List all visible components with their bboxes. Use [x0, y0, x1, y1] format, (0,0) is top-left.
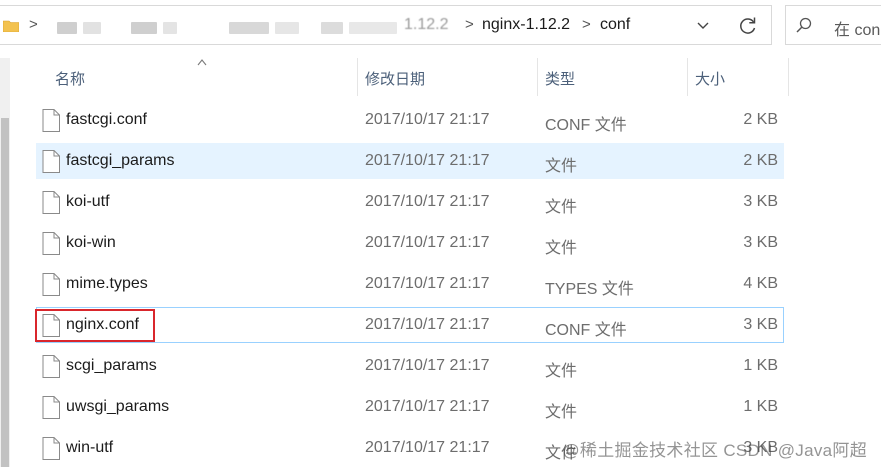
file-type: CONF 文件	[545, 117, 627, 134]
file-icon	[42, 109, 60, 132]
scrollbar[interactable]	[0, 58, 10, 467]
file-icon	[42, 396, 60, 419]
file-name: fastcgi.conf	[66, 111, 147, 128]
breadcrumb-separator: >	[582, 16, 591, 33]
chevron-down-icon[interactable]	[689, 14, 717, 38]
column-divider[interactable]	[537, 58, 538, 96]
column-header-type[interactable]: 类型	[545, 68, 575, 89]
file-date: 2017/10/17 21:17	[365, 316, 490, 333]
file-icon	[42, 191, 60, 214]
file-name: fastcgi_params	[66, 152, 175, 169]
obscured-path-segment	[83, 22, 101, 34]
file-type: 文件	[545, 158, 578, 175]
column-header-date[interactable]: 修改日期	[365, 68, 425, 89]
breadcrumb-separator: >	[465, 16, 474, 33]
column-headers: 名称 修改日期 类型 大小	[0, 58, 881, 96]
breadcrumb-separator: >	[29, 16, 38, 33]
obscured-path-segment	[229, 22, 269, 34]
file-name: koi-win	[66, 234, 116, 251]
file-row[interactable]: koi-utf 2017/10/17 21:17 文件 3 KB	[36, 184, 784, 220]
file-name: scgi_params	[66, 357, 157, 374]
file-type: CONF 文件	[545, 322, 627, 339]
file-size: 3 KB	[743, 316, 778, 333]
obscured-version-text: 1.12.2	[404, 16, 449, 33]
address-bar[interactable]: > 1.12.2 > nginx-1.12.2 > conf	[0, 5, 772, 45]
search-icon	[796, 17, 812, 33]
file-type: TYPES 文件	[545, 281, 634, 298]
top-bar: > 1.12.2 > nginx-1.12.2 > conf 在 con	[0, 0, 881, 52]
file-date: 2017/10/17 21:17	[365, 398, 490, 415]
file-type: 文件	[545, 404, 578, 421]
file-type: 文件	[545, 240, 578, 257]
file-icon	[42, 273, 60, 296]
file-type: 文件	[545, 363, 578, 380]
file-type: 文件	[545, 199, 578, 216]
file-row[interactable]: fastcgi_params 2017/10/17 21:17 文件 2 KB	[36, 143, 784, 179]
scrollbar-thumb[interactable]	[1, 118, 9, 467]
breadcrumb-conf[interactable]: conf	[600, 16, 630, 34]
file-date: 2017/10/17 21:17	[365, 275, 490, 292]
file-icon	[42, 437, 60, 460]
file-date: 2017/10/17 21:17	[365, 357, 490, 374]
file-date: 2017/10/17 21:17	[365, 152, 490, 169]
file-icon	[42, 355, 60, 378]
file-icon	[42, 232, 60, 255]
column-divider[interactable]	[687, 58, 688, 96]
column-divider[interactable]	[357, 58, 358, 96]
column-divider[interactable]	[788, 58, 789, 96]
file-size: 2 KB	[743, 152, 778, 169]
column-header-name[interactable]: 名称	[55, 68, 85, 89]
file-icon	[42, 150, 60, 173]
column-header-size[interactable]: 大小	[695, 68, 725, 89]
file-size: 3 KB	[743, 193, 778, 210]
obscured-path-segment	[163, 22, 177, 34]
folder-icon	[3, 20, 19, 32]
search-placeholder: 在 con	[834, 22, 881, 39]
file-size: 1 KB	[743, 398, 778, 415]
search-input[interactable]: 在 con	[785, 5, 881, 45]
highlight-box	[35, 309, 155, 342]
file-date: 2017/10/17 21:17	[365, 234, 490, 251]
file-size: 2 KB	[743, 111, 778, 128]
file-date: 2017/10/17 21:17	[365, 111, 490, 128]
file-date: 2017/10/17 21:17	[365, 439, 490, 456]
file-name: uwsgi_params	[66, 398, 170, 415]
sort-ascending-icon	[197, 59, 207, 66]
obscured-path-segment	[349, 22, 397, 34]
file-size: 3 KB	[743, 234, 778, 251]
file-name: mime.types	[66, 275, 148, 292]
file-date: 2017/10/17 21:17	[365, 193, 490, 210]
file-row[interactable]: mime.types 2017/10/17 21:17 TYPES 文件 4 K…	[36, 266, 784, 302]
file-size: 4 KB	[743, 275, 778, 292]
obscured-path-segment	[275, 22, 299, 34]
obscured-path-segment	[131, 22, 157, 34]
file-name: win-utf	[66, 439, 114, 456]
refresh-icon[interactable]	[733, 12, 763, 40]
file-row[interactable]: uwsgi_params 2017/10/17 21:17 文件 1 KB	[36, 389, 784, 425]
file-size: 1 KB	[743, 357, 778, 374]
file-name: koi-utf	[66, 193, 110, 210]
breadcrumb-nginx[interactable]: nginx-1.12.2	[482, 16, 570, 34]
obscured-path-segment	[57, 22, 77, 34]
file-row[interactable]: scgi_params 2017/10/17 21:17 文件 1 KB	[36, 348, 784, 384]
watermark: @稀土掘金技术社区 CSDN @Java阿超	[562, 441, 867, 460]
file-row[interactable]: koi-win 2017/10/17 21:17 文件 3 KB	[36, 225, 784, 261]
file-row[interactable]: fastcgi.conf 2017/10/17 21:17 CONF 文件 2 …	[36, 102, 784, 138]
obscured-path-segment	[321, 22, 343, 34]
